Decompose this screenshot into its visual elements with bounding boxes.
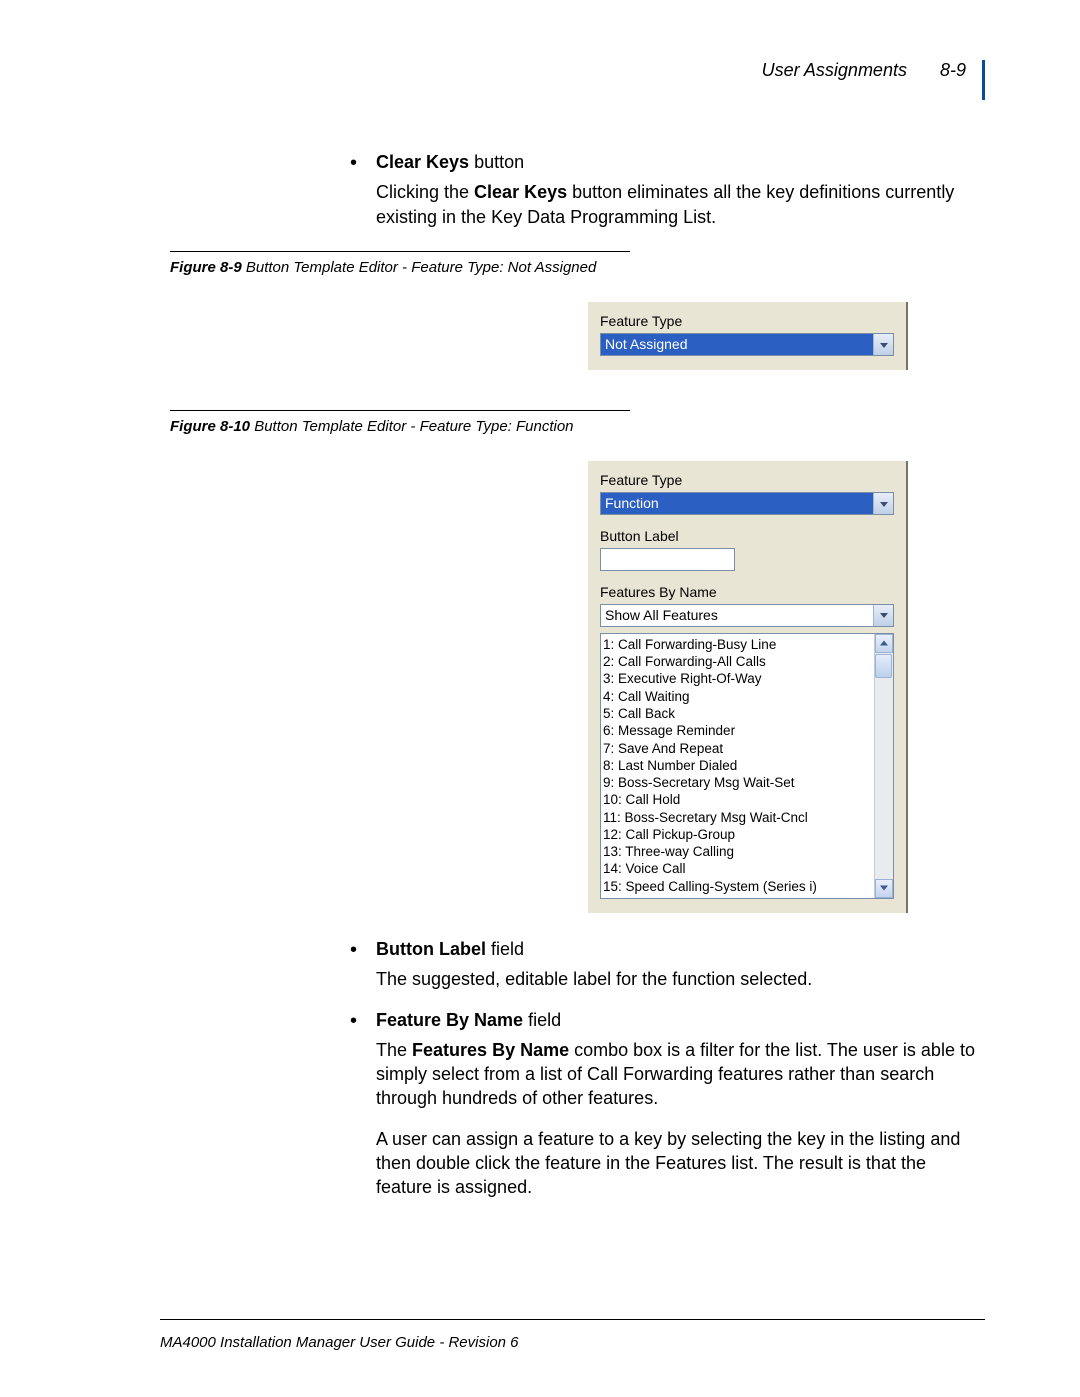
- scroll-thumb[interactable]: [875, 654, 892, 678]
- list-item[interactable]: 15: Speed Calling-System (Series i): [603, 878, 872, 895]
- features-listbox[interactable]: 1: Call Forwarding-Busy Line2: Call Forw…: [600, 633, 894, 899]
- page-number: 8-9: [940, 60, 966, 80]
- feature-type-label: Feature Type: [600, 471, 894, 490]
- list-item[interactable]: 6: Message Reminder: [603, 722, 872, 739]
- feature-type-select[interactable]: Not Assigned: [600, 333, 894, 356]
- figure-8-9-caption-block: Figure 8-9 Button Template Editor - Feat…: [160, 251, 985, 278]
- list-item[interactable]: 3: Executive Right-Of-Way: [603, 670, 872, 687]
- features-by-name-label: Features By Name: [600, 583, 894, 602]
- list-item[interactable]: 13: Three-way Calling: [603, 843, 872, 860]
- figure-caption-text: Button Template Editor - Feature Type: N…: [242, 259, 597, 276]
- bullet-feature-by-name: Feature By Name field: [350, 1008, 985, 1032]
- figure-rule: [170, 251, 630, 252]
- list-item[interactable]: 7: Save And Repeat: [603, 740, 872, 757]
- list-item[interactable]: 4: Call Waiting: [603, 688, 872, 705]
- list-item[interactable]: 11: Boss-Secretary Msg Wait-Cncl: [603, 809, 872, 826]
- figure-8-10-panel: Feature Type Function Button Label Featu…: [588, 461, 908, 913]
- feature-by-name-desc-2: A user can assign a feature to a key by …: [376, 1127, 985, 1200]
- section-title: User Assignments: [762, 60, 907, 80]
- list-item[interactable]: 16: Function/Feature: [603, 895, 872, 898]
- feature-type-label: Feature Type: [600, 312, 894, 331]
- figure-number: Figure 8-10: [170, 418, 250, 435]
- scroll-up-icon[interactable]: [875, 634, 893, 653]
- chevron-down-icon[interactable]: [873, 605, 893, 626]
- list-item[interactable]: 12: Call Pickup-Group: [603, 826, 872, 843]
- chevron-down-icon[interactable]: [873, 493, 893, 514]
- page-header: User Assignments 8-9: [160, 60, 985, 100]
- scroll-down-icon[interactable]: [875, 879, 893, 898]
- features-by-name-value: Show All Features: [601, 605, 873, 626]
- chevron-down-icon[interactable]: [873, 334, 893, 355]
- scrollbar[interactable]: [874, 634, 893, 898]
- features-by-name-select[interactable]: Show All Features: [600, 604, 894, 627]
- figure-caption-text: Button Template Editor - Feature Type: F…: [250, 418, 574, 435]
- feature-type-select[interactable]: Function: [600, 492, 894, 515]
- page-footer: MA4000 Installation Manager User Guide -…: [160, 1319, 985, 1351]
- button-label-label: Button Label: [600, 527, 894, 546]
- list-item[interactable]: 1: Call Forwarding-Busy Line: [603, 636, 872, 653]
- clear-keys-desc: Clicking the Clear Keys button eliminate…: [376, 180, 985, 229]
- figure-8-9-panel: Feature Type Not Assigned: [588, 302, 908, 370]
- list-item[interactable]: 2: Call Forwarding-All Calls: [603, 653, 872, 670]
- bullet-title-rest: button: [469, 152, 524, 172]
- bullet-button-label: Button Label field: [350, 937, 985, 961]
- button-label-desc: The suggested, editable label for the fu…: [376, 967, 985, 991]
- list-item[interactable]: 10: Call Hold: [603, 791, 872, 808]
- figure-number: Figure 8-9: [170, 259, 242, 276]
- list-item[interactable]: 5: Call Back: [603, 705, 872, 722]
- list-item[interactable]: 9: Boss-Secretary Msg Wait-Set: [603, 774, 872, 791]
- button-label-input[interactable]: [600, 548, 735, 571]
- feature-by-name-desc-1: The Features By Name combo box is a filt…: [376, 1038, 985, 1111]
- bullet-title-bold: Clear Keys: [376, 152, 469, 172]
- figure-8-10-caption-block: Figure 8-10 Button Template Editor - Fea…: [160, 410, 985, 437]
- figure-rule: [170, 410, 630, 411]
- list-item[interactable]: 14: Voice Call: [603, 860, 872, 877]
- bullet-clear-keys: Clear Keys button: [350, 150, 985, 174]
- feature-type-value: Not Assigned: [601, 334, 873, 355]
- feature-type-value: Function: [601, 493, 873, 514]
- list-item[interactable]: 8: Last Number Dialed: [603, 757, 872, 774]
- footer-text: MA4000 Installation Manager User Guide -…: [160, 1334, 519, 1351]
